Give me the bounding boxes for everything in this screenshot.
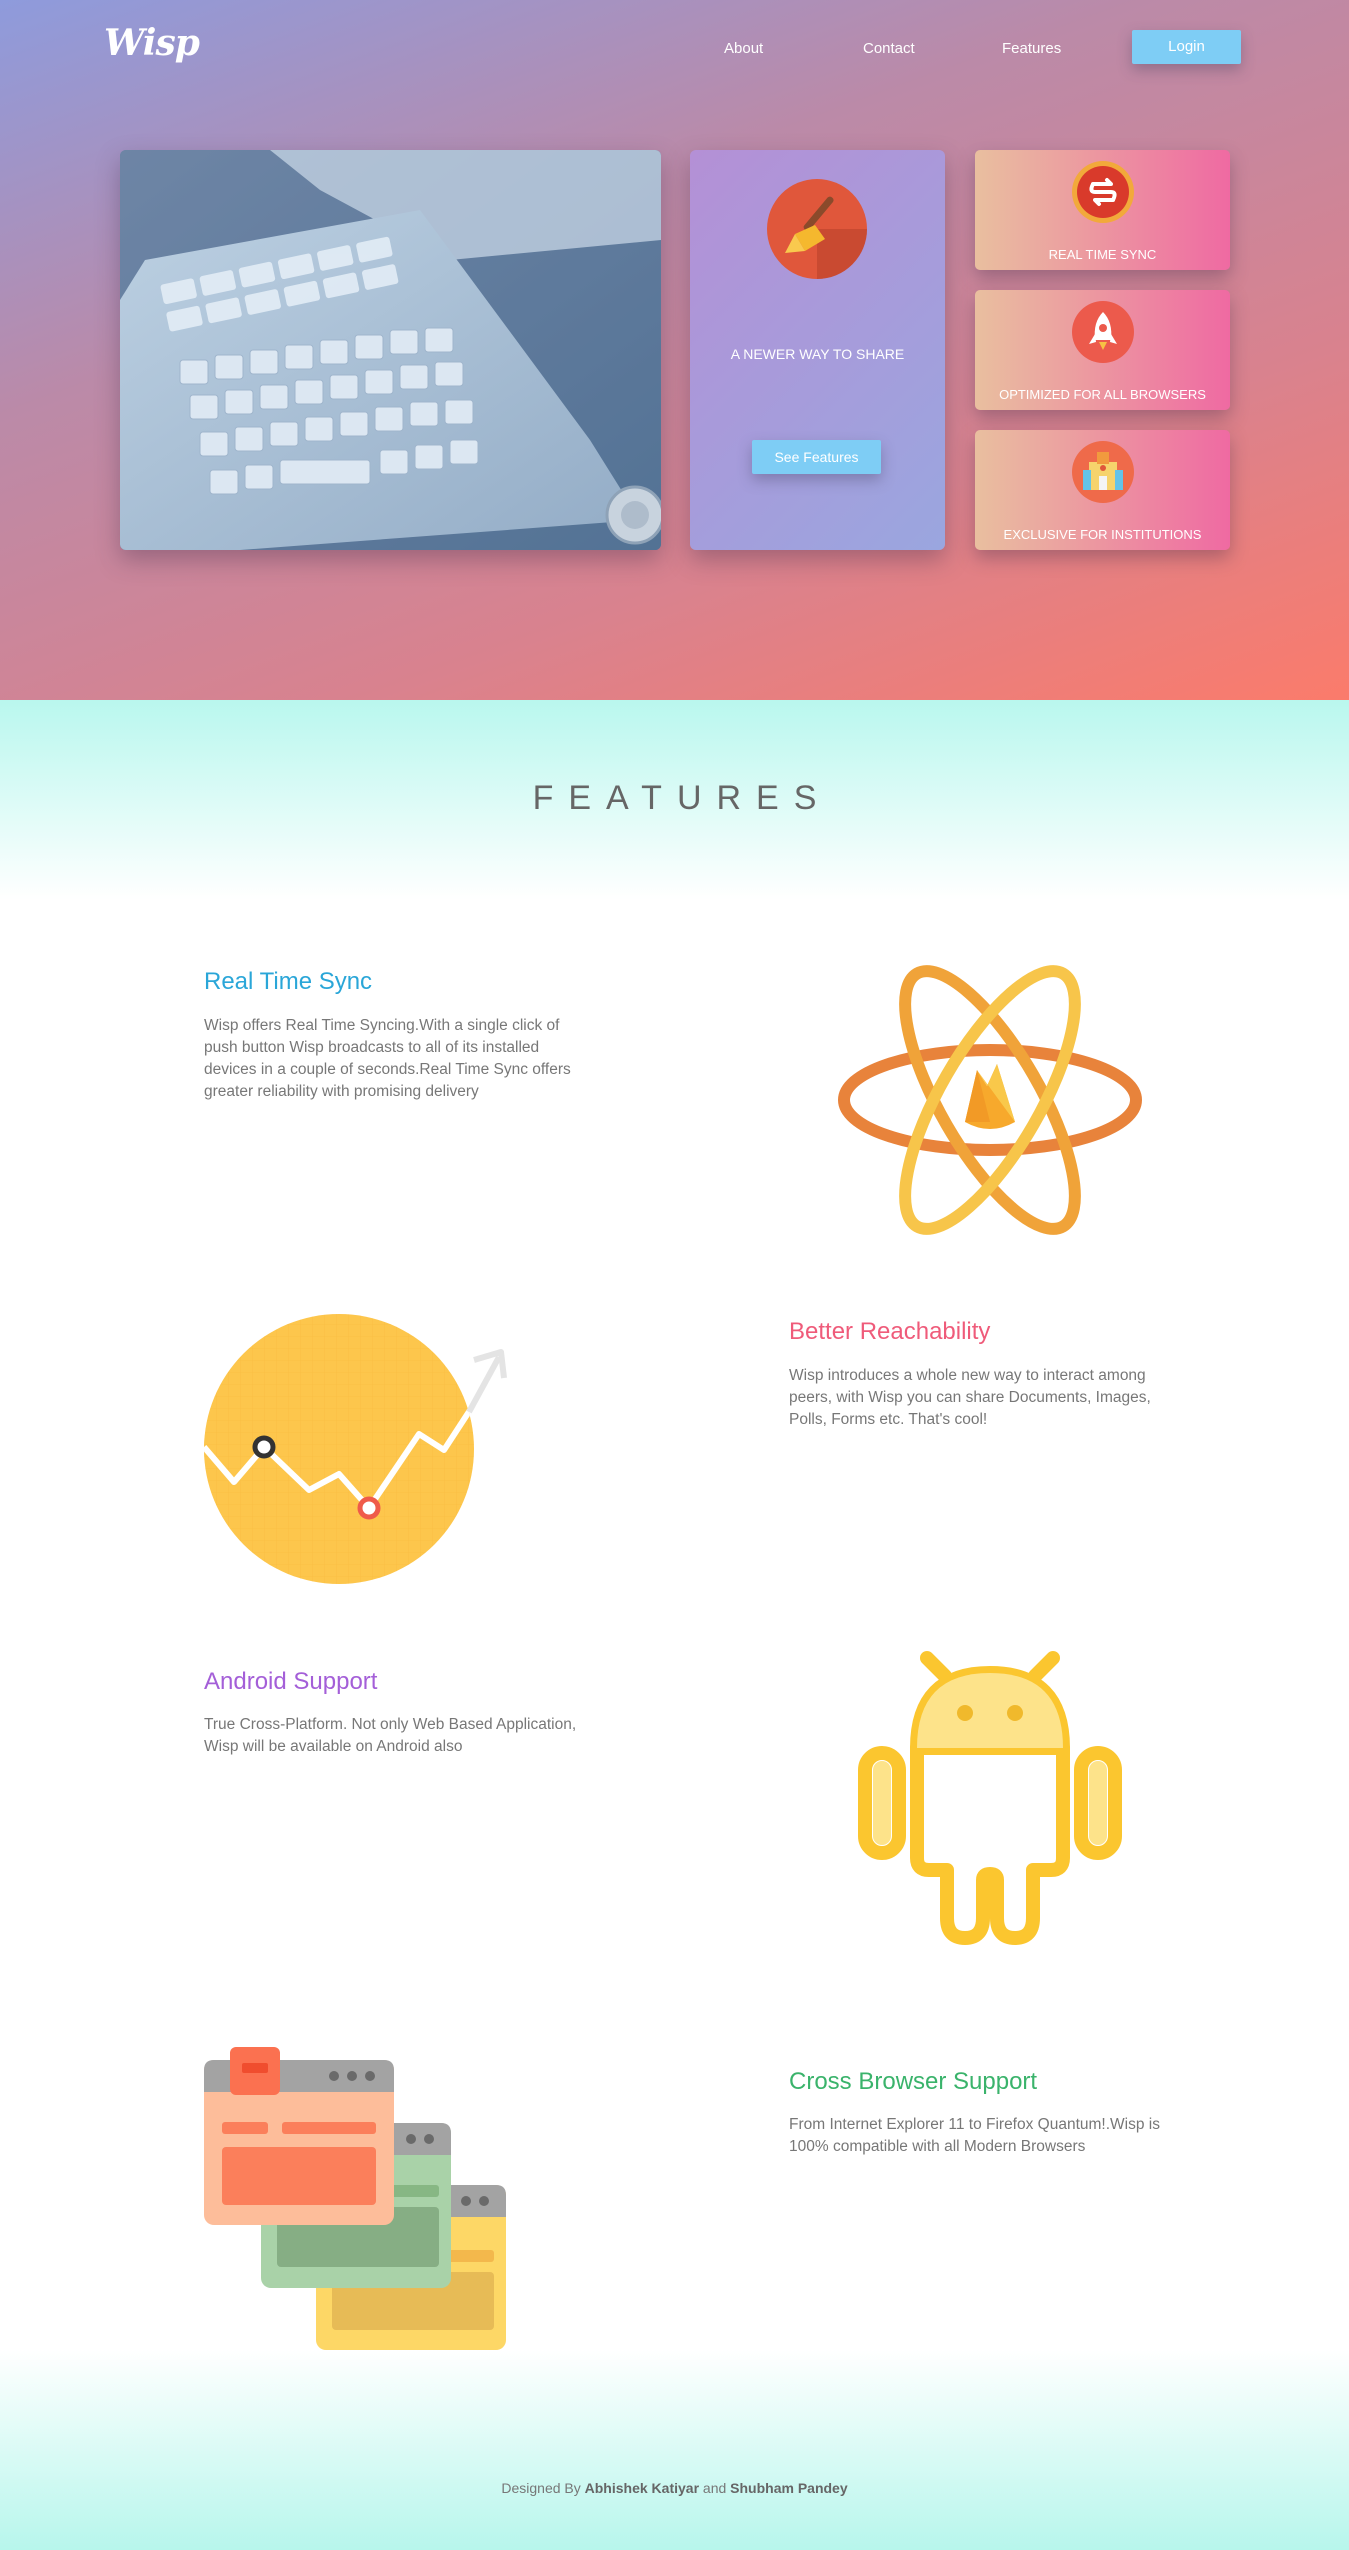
card-label: OPTIMIZED FOR ALL BROWSERS <box>999 387 1206 402</box>
footer-credits: Designed By Abhishek Katiyar and Shubham… <box>0 2480 1349 2496</box>
features-heading: FEATURES <box>532 779 832 817</box>
feature-desc-better-reachability: Wisp introduces a whole new way to inter… <box>789 1367 1151 1428</box>
card-label: REAL TIME SYNC <box>1048 247 1157 262</box>
login-button[interactable]: Login <box>1132 30 1241 64</box>
nav-about[interactable]: About <box>724 40 763 57</box>
share-tagline: A NEWER WAY TO SHARE <box>730 346 905 362</box>
footer-prefix: Designed By <box>501 2480 581 2496</box>
card-institutions[interactable]: EXCLUSIVE FOR INSTITUTIONS <box>975 430 1230 550</box>
nav-features[interactable]: Features <box>1002 40 1061 57</box>
card-label: EXCLUSIVE FOR INSTITUTIONS <box>1003 527 1202 542</box>
footer-author-2: Shubham Pandey <box>730 2480 848 2496</box>
broom-icon <box>767 179 867 279</box>
feature-title-better-reachability: Better Reachability <box>789 1318 991 1345</box>
see-features-button[interactable]: See Features <box>752 440 881 474</box>
nav-contact[interactable]: Contact <box>863 40 915 57</box>
institution-icon <box>1072 441 1134 503</box>
rocket-icon <box>1072 301 1134 363</box>
feature-title-cross-browser: Cross Browser Support <box>789 2068 1038 2095</box>
feature-desc-real-time-sync: Wisp offers Real Time Syncing.With a sin… <box>204 1017 571 1100</box>
atom-firebase-icon <box>838 965 1142 1235</box>
android-icon <box>858 1651 1122 1945</box>
feature-desc-cross-browser: From Internet Explorer 11 to Firefox Qua… <box>789 2116 1160 2155</box>
card-optimized-browsers[interactable]: OPTIMIZED FOR ALL BROWSERS <box>975 290 1230 410</box>
feature-title-android-support: Android Support <box>204 1668 378 1695</box>
footer-band <box>0 2350 1349 2550</box>
hero-section: Wisp About Contact Features Login A NEWE… <box>0 0 1349 700</box>
browser-windows-icon <box>204 2047 506 2350</box>
card-real-time-sync[interactable]: REAL TIME SYNC <box>975 150 1230 270</box>
logo[interactable]: Wisp <box>104 22 200 64</box>
footer-conjunction: and <box>702 2480 727 2496</box>
share-card: A NEWER WAY TO SHARE See Features <box>690 150 945 550</box>
feature-title-real-time-sync: Real Time Sync <box>204 968 373 995</box>
feature-desc-android-support: True Cross-Platform. Not only Web Based … <box>204 1716 577 1755</box>
sync-icon <box>1072 161 1134 223</box>
keyboard-photo <box>120 150 661 550</box>
growth-chart-icon <box>204 1314 507 1584</box>
footer-author-1: Abhishek Katiyar <box>584 2480 700 2496</box>
